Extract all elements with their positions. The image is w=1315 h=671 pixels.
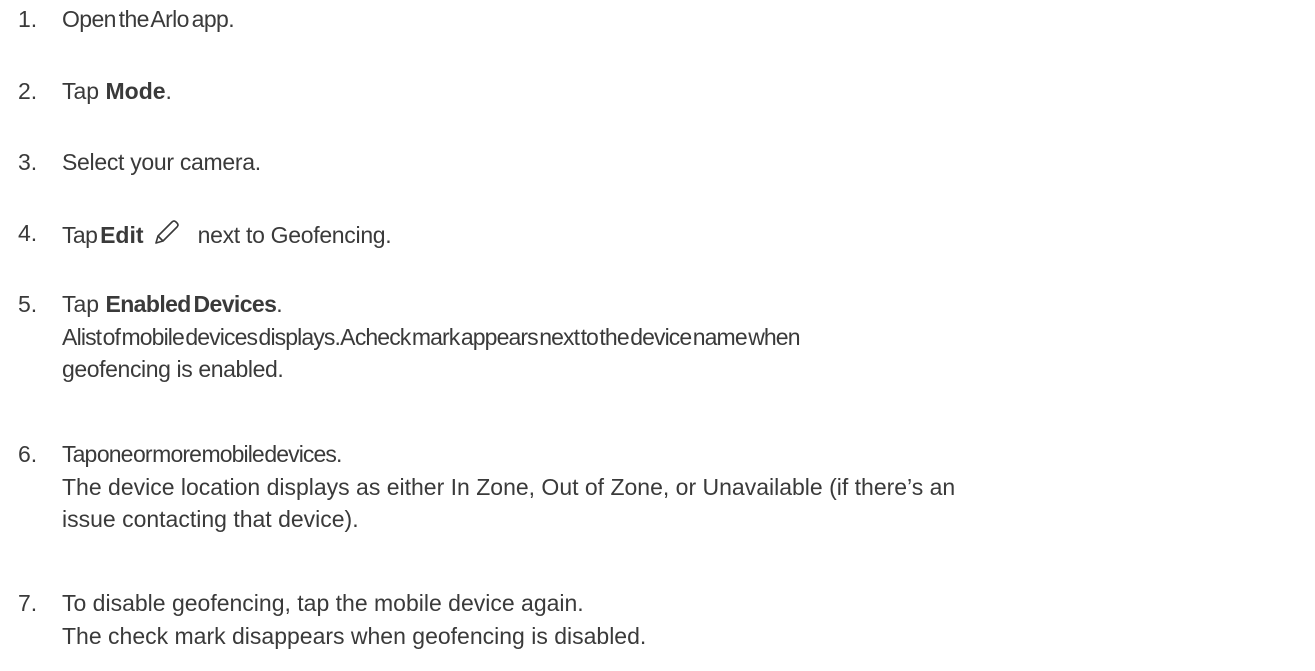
step-6-description-line-2: issue contacting that device). [62,506,359,532]
step-prefix: Tap [62,222,101,248]
step-text: Tap Mode. [62,75,172,107]
step-text: Tap Enabled Devices. [62,288,283,320]
step-number: 1. [18,6,38,32]
step-7-description-line-1: The check mark disappears when geofencin… [62,623,647,649]
step-text: Open the Arlo app. [62,6,235,32]
step-text: To disable geofencing, tap the mobile de… [62,590,584,616]
step-suffix: . [276,291,283,317]
step-number: 5. [18,291,38,317]
ui-term-mode: Mode [105,78,166,104]
step-5-description-line-2: geofencing is enabled. [62,356,284,382]
step-suffix: next to Geofencing. [191,222,392,248]
step-6-description-line-1: The device location displays as either I… [62,474,956,500]
ui-term-enabled-devices: Enabled Devices [105,291,277,317]
step-number: 3. [18,149,38,175]
step-number: 6. [18,441,38,467]
pencil-icon [150,217,182,249]
step-suffix: . [165,78,172,104]
step-number: 7. [18,590,38,616]
step-text: Select your camera. [62,149,261,175]
step-prefix: Tap [62,78,106,104]
step-5-description-line-1: A list of mobile devices displays. A che… [62,324,800,350]
step-text: Tap Edit next to Geofencing. [62,217,392,251]
step-number: 4. [18,220,38,246]
ui-term-edit: Edit [100,222,144,248]
step-number: 2. [18,78,38,104]
step-prefix: Tap [62,291,106,317]
step-text: Tap one or more mobile devices. [62,441,342,467]
